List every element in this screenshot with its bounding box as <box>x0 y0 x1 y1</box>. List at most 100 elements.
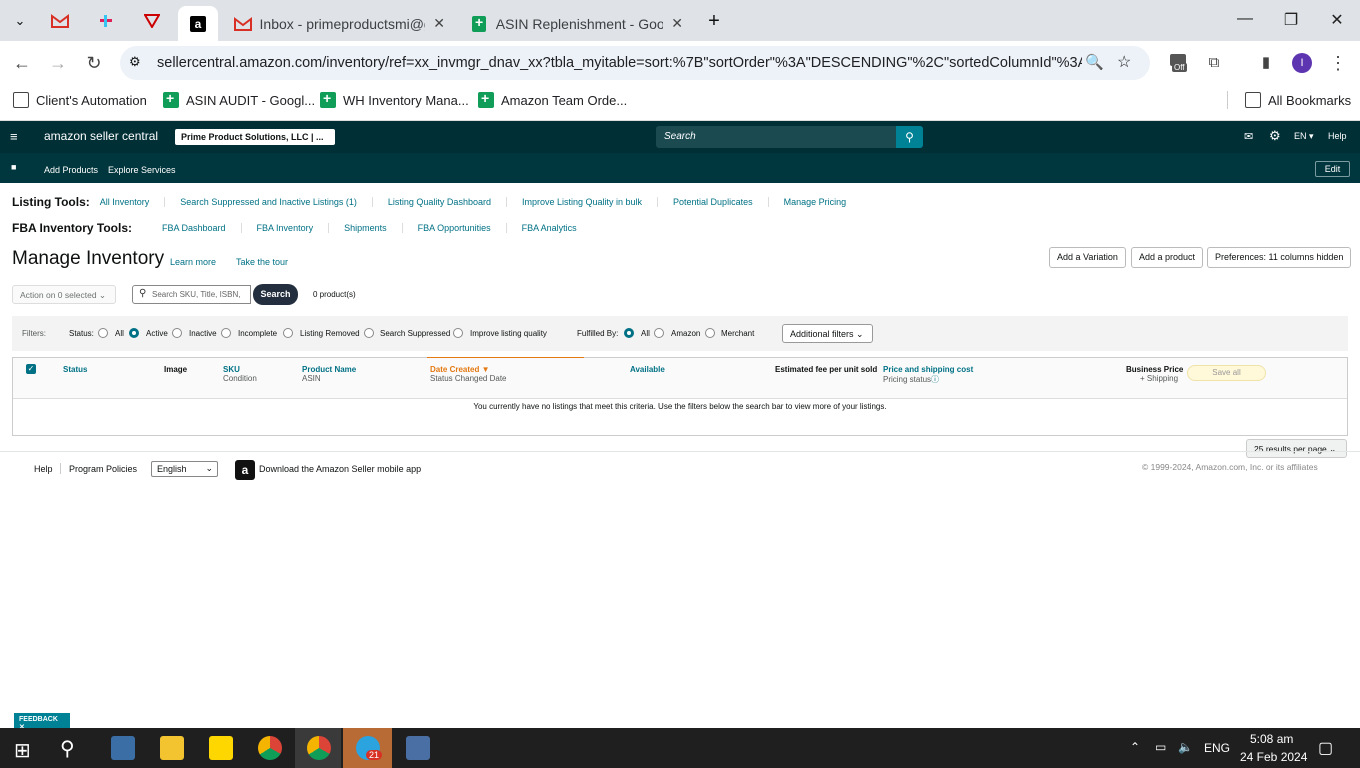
omnibox[interactable]: ⚙ sellercentral.amazon.com/inventory/ref… <box>120 46 1150 80</box>
search-icon[interactable]: ⚲ <box>896 126 923 148</box>
file-explorer-icon[interactable] <box>160 736 184 760</box>
fulfilled-amazon-radio[interactable] <box>654 328 664 338</box>
close-icon[interactable]: ✕ <box>433 15 445 32</box>
edit-nav-button[interactable]: Edit <box>1315 161 1350 177</box>
seller-central-logo[interactable]: amazon seller central <box>44 129 158 143</box>
bookmark-wh-inventory[interactable]: WH Inventory Mana... <box>320 90 469 108</box>
add-product-button[interactable]: Add a product <box>1131 247 1204 268</box>
status-inactive-radio[interactable] <box>172 328 182 338</box>
program-policies-link[interactable]: Program Policies <box>69 464 137 474</box>
help-link[interactable]: Help <box>1328 131 1347 141</box>
status-listing-removed-radio[interactable] <box>283 328 293 338</box>
improve-quality-bulk-link[interactable]: Improve Listing Quality in bulk <box>505 197 657 207</box>
fba-opportunities-link[interactable]: FBA Opportunities <box>401 223 506 233</box>
volume-icon[interactable]: 🔈 <box>1178 740 1193 754</box>
store-selector[interactable]: Prime Product Solutions, LLC | ... <box>175 129 335 145</box>
status-search-suppressed-radio[interactable] <box>364 328 374 338</box>
site-info-icon[interactable]: ⚙ <box>129 54 141 70</box>
tab-gmail-inbox[interactable]: Inbox - primeproductsmi@gma ✕ <box>222 6 457 41</box>
chrome-profile-icon[interactable] <box>307 736 331 760</box>
status-incomplete-radio[interactable] <box>221 328 231 338</box>
save-all-button[interactable]: Save all <box>1187 365 1266 381</box>
status-all-radio[interactable] <box>98 328 108 338</box>
extensions-puzzle-icon[interactable]: ⧉ <box>1203 52 1225 74</box>
mobile-app-link[interactable]: Download the Amazon Seller mobile app <box>259 464 421 474</box>
explore-services-link[interactable]: Explore Services <box>108 165 176 175</box>
learn-more-link[interactable]: Learn more <box>170 257 216 267</box>
col-status-changed[interactable]: Status Changed Date <box>430 374 507 383</box>
col-available[interactable]: Available <box>630 365 665 374</box>
potential-duplicates-link[interactable]: Potential Duplicates <box>657 197 768 207</box>
slack-tab-icon[interactable] <box>93 8 119 34</box>
reload-icon[interactable]: ↻ <box>83 52 105 74</box>
back-icon[interactable]: ← <box>11 52 33 74</box>
minimize-icon[interactable]: — <box>1233 10 1257 28</box>
global-search-input[interactable]: Search <box>656 126 896 148</box>
hamburger-menu-icon[interactable]: ≡ <box>10 129 18 144</box>
profile-avatar[interactable]: I <box>1292 53 1312 73</box>
suppressed-listings-link[interactable]: Search Suppressed and Inactive Listings … <box>164 197 372 207</box>
bookmark-star-icon[interactable]: ☆ <box>1117 52 1131 72</box>
feedback-button[interactable]: FEEDBACK ✕ <box>14 713 70 731</box>
bookmark-amazon-team[interactable]: Amazon Team Orde... <box>478 90 627 108</box>
fulfilled-all-radio[interactable] <box>624 328 634 338</box>
side-panel-icon[interactable]: ▮ <box>1255 52 1277 74</box>
windows-start-icon[interactable]: ⊞ <box>14 738 31 763</box>
col-pricing-status[interactable]: Pricing statusⓘ <box>883 374 939 385</box>
taskbar-language[interactable]: ENG <box>1204 741 1230 755</box>
taskbar-desktop-icon[interactable] <box>111 736 135 760</box>
taskbar-date[interactable]: 24 Feb 2024 <box>1240 750 1307 764</box>
mail-icon[interactable]: ✉ <box>1244 130 1253 143</box>
inventory-search-input[interactable]: ⚲ Search SKU, Title, ISBN, <box>132 285 251 304</box>
amazon-app-icon[interactable]: a <box>235 460 255 480</box>
fba-dashboard-link[interactable]: FBA Dashboard <box>142 223 241 233</box>
tab-asin-replenishment[interactable]: ASIN Replenishment - Google S ✕ <box>460 6 695 41</box>
search-button[interactable]: Search <box>253 284 298 305</box>
bookmark-asin-audit[interactable]: ASIN AUDIT - Googl... <box>163 90 315 108</box>
window-close-icon[interactable]: ✕ <box>1325 10 1349 30</box>
chrome-icon[interactable] <box>258 736 282 760</box>
col-status[interactable]: Status <box>63 365 87 374</box>
results-per-page-select[interactable]: 25 results per page ⌄ <box>1246 439 1347 458</box>
menu-kebab-icon[interactable]: ⋮ <box>1327 52 1349 74</box>
status-active-radio[interactable] <box>129 328 139 338</box>
settings-gear-icon[interactable]: ⚙ <box>1269 128 1281 144</box>
gmail-tab-icon[interactable] <box>47 8 73 34</box>
url-text[interactable]: sellercentral.amazon.com/inventory/ref=x… <box>157 55 1082 71</box>
fulfilled-merchant-radio[interactable] <box>705 328 715 338</box>
taskbar-search-icon[interactable]: ⚲ <box>60 736 75 761</box>
sticky-notes-icon[interactable] <box>209 736 233 760</box>
bookmark-clients-automation[interactable]: Client's Automation <box>13 92 147 108</box>
amazon-active-tab[interactable]: a <box>178 6 218 41</box>
fba-analytics-link[interactable]: FBA Analytics <box>505 223 592 233</box>
fba-inventory-link[interactable]: FBA Inventory <box>240 223 329 233</box>
add-variation-button[interactable]: Add a Variation <box>1049 247 1126 268</box>
col-condition[interactable]: Condition <box>223 374 257 383</box>
bookmark-pin-icon[interactable]: ■ <box>11 162 16 172</box>
listing-quality-link[interactable]: Listing Quality Dashboard <box>371 197 506 207</box>
col-asin[interactable]: ASIN <box>302 374 321 383</box>
notifications-icon[interactable]: ▢ <box>1318 738 1333 758</box>
take-tour-link[interactable]: Take the tour <box>236 257 288 267</box>
network-icon[interactable]: ▭ <box>1155 740 1166 754</box>
select-all-checkbox[interactable]: ✓ <box>26 364 36 374</box>
extension-off-icon[interactable]: Off <box>1170 52 1190 74</box>
close-icon[interactable]: ✕ <box>671 15 683 32</box>
bulk-action-select[interactable]: Action on 0 selected ⌄ <box>12 285 116 304</box>
zoom-icon[interactable]: 🔍 <box>1085 53 1104 71</box>
manage-pricing-link[interactable]: Manage Pricing <box>767 197 862 207</box>
all-inventory-link[interactable]: All Inventory <box>100 197 165 207</box>
shipments-link[interactable]: Shipments <box>328 223 402 233</box>
language-selector[interactable]: EN ▾ <box>1294 131 1314 142</box>
forward-icon[interactable]: → <box>47 52 69 74</box>
status-improve-quality-radio[interactable] <box>453 328 463 338</box>
calculator-icon[interactable] <box>406 736 430 760</box>
tab-search-icon[interactable]: ⌄ <box>7 8 33 34</box>
info-icon[interactable]: ⓘ <box>931 375 939 384</box>
col-sku[interactable]: SKU <box>223 365 240 374</box>
taskbar-time[interactable]: 5:08 am <box>1250 732 1293 746</box>
additional-filters-button[interactable]: Additional filters ⌄ <box>782 324 873 343</box>
col-product-name[interactable]: Product Name <box>302 365 356 374</box>
all-bookmarks[interactable]: All Bookmarks <box>1245 92 1351 108</box>
add-products-link[interactable]: Add Products <box>44 165 98 175</box>
